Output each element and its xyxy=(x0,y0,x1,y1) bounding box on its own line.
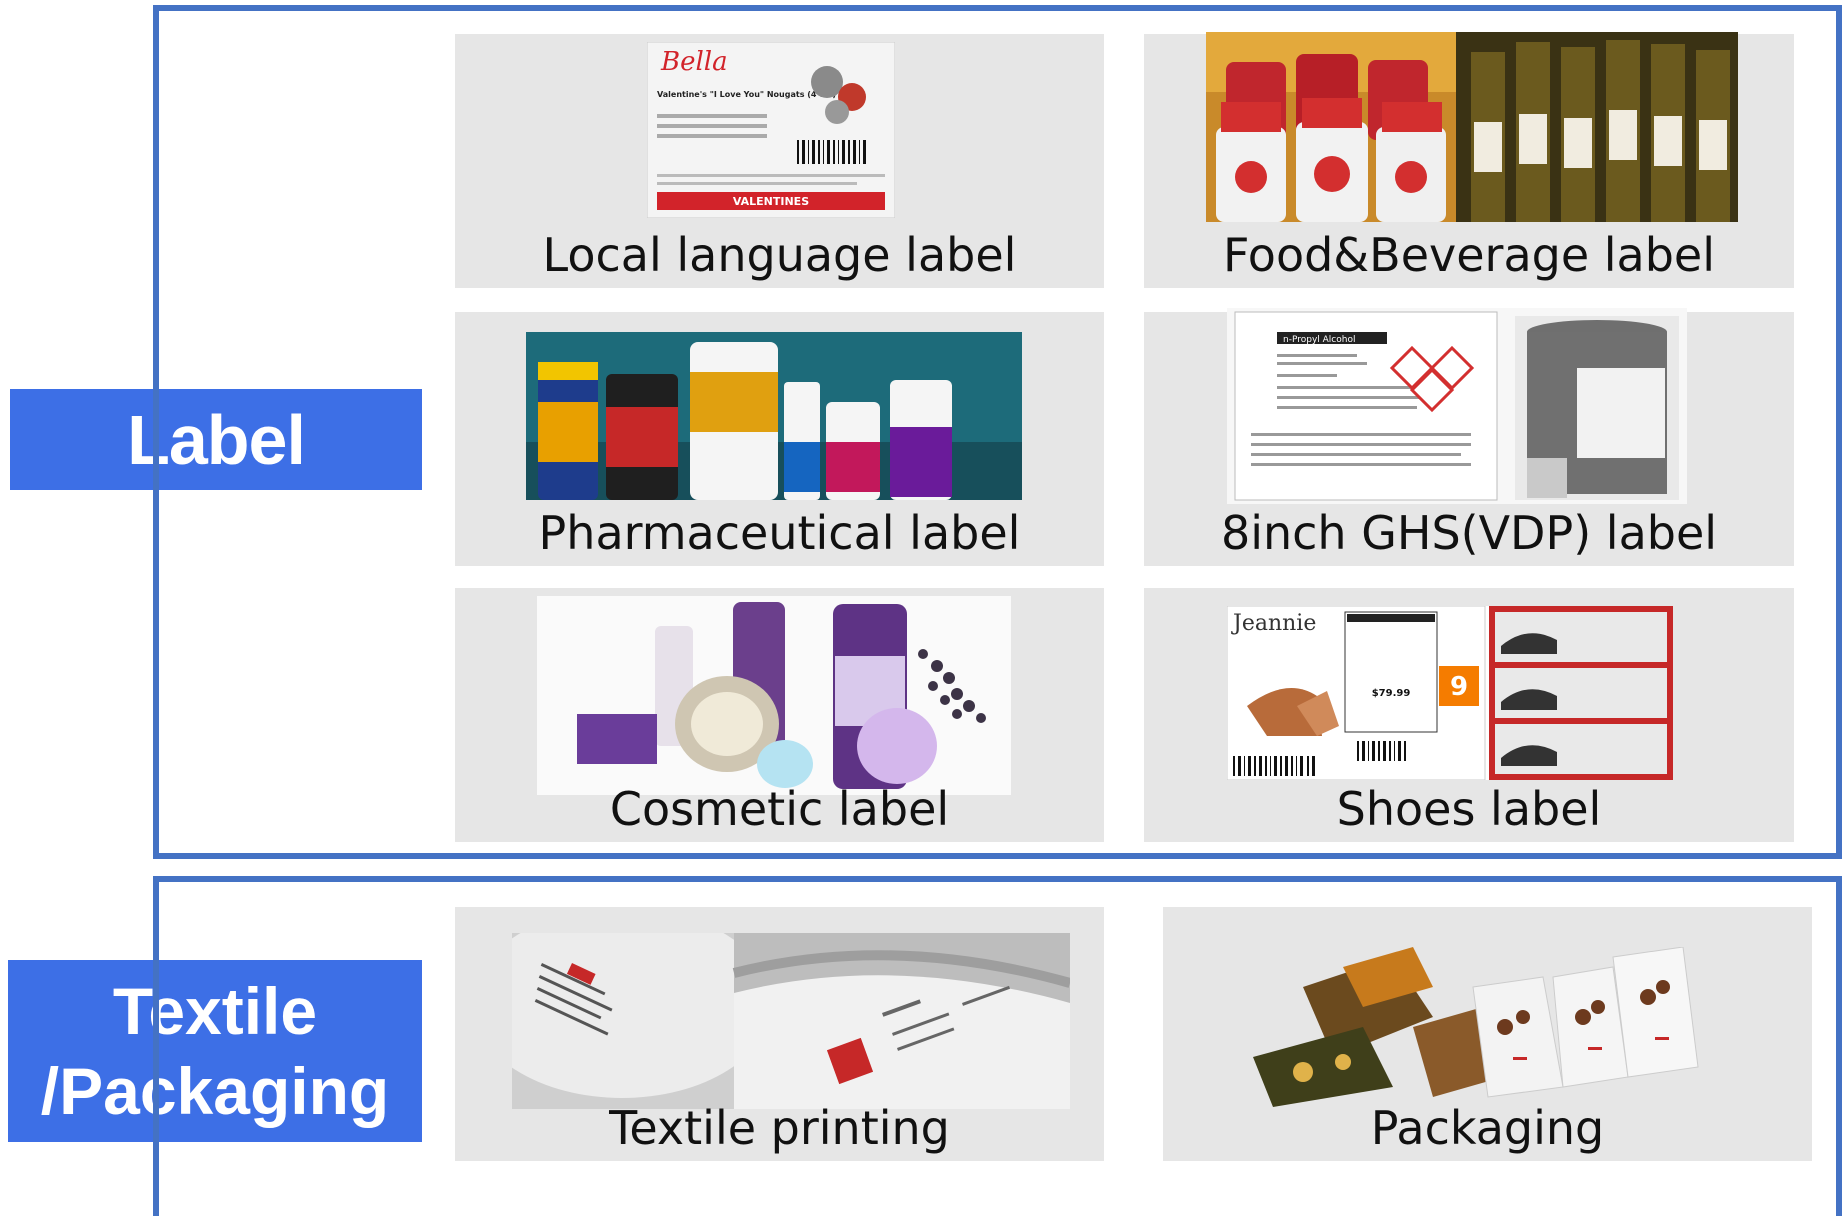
tile-caption: Cosmetic label xyxy=(609,782,950,836)
tile-caption: Local language label xyxy=(542,228,1017,282)
shoe-brand-text: Jeannie xyxy=(1231,611,1316,636)
pharmaceutical-bottles-image xyxy=(526,332,1022,500)
tile-local-language-label: Bella Valentine's "I Love You" Nougats (… xyxy=(455,34,1104,288)
tile-caption: Food&Beverage label xyxy=(1222,228,1716,282)
banner-text: VALENTINES xyxy=(733,195,809,208)
ghs-title-text: n-Propyl Alcohol xyxy=(1283,335,1355,345)
shoe-price-text: $79.99 xyxy=(1372,688,1411,699)
tile-caption: Packaging xyxy=(1370,1101,1605,1155)
tile-cosmetic-label: Cosmetic label xyxy=(455,588,1104,842)
cosmetic-products-image xyxy=(537,596,1011,795)
tile-caption: Shoes label xyxy=(1336,782,1602,836)
tile-ghs-vdp-label: n-Propyl Alcohol 8inch GHS(VDP) label xyxy=(1144,308,1794,566)
valentines-label-image: Bella Valentine's "I Love You" Nougats (… xyxy=(647,42,895,218)
food-beverage-jars-bottles-image xyxy=(1206,32,1738,222)
tile-food-beverage-label: Food&Beverage label xyxy=(1144,32,1794,288)
tile-textile-printing: Textile printing xyxy=(455,907,1104,1161)
tile-caption: Pharmaceutical label xyxy=(538,506,1021,560)
ghs-chemical-label-image: n-Propyl Alcohol xyxy=(1227,308,1687,504)
tile-caption: Textile printing xyxy=(609,1101,950,1155)
packaging-pouches-image xyxy=(1243,947,1733,1107)
tile-caption: 8inch GHS(VDP) label xyxy=(1220,506,1718,560)
brand-text: Bella xyxy=(660,47,728,77)
shoe-size-text: 9 xyxy=(1450,672,1468,702)
product-text: Valentine's "I Love You" Nougats (4 oz.) xyxy=(657,90,836,99)
tile-packaging: Packaging xyxy=(1163,907,1812,1161)
tile-pharmaceutical-label: Pharmaceutical label xyxy=(455,312,1104,566)
textile-printed-tags-image xyxy=(512,933,1070,1109)
shoes-label-image: Jeannie $79.99 9 xyxy=(1227,606,1673,780)
tile-shoes-label: Jeannie $79.99 9 Shoes label xyxy=(1144,588,1794,842)
